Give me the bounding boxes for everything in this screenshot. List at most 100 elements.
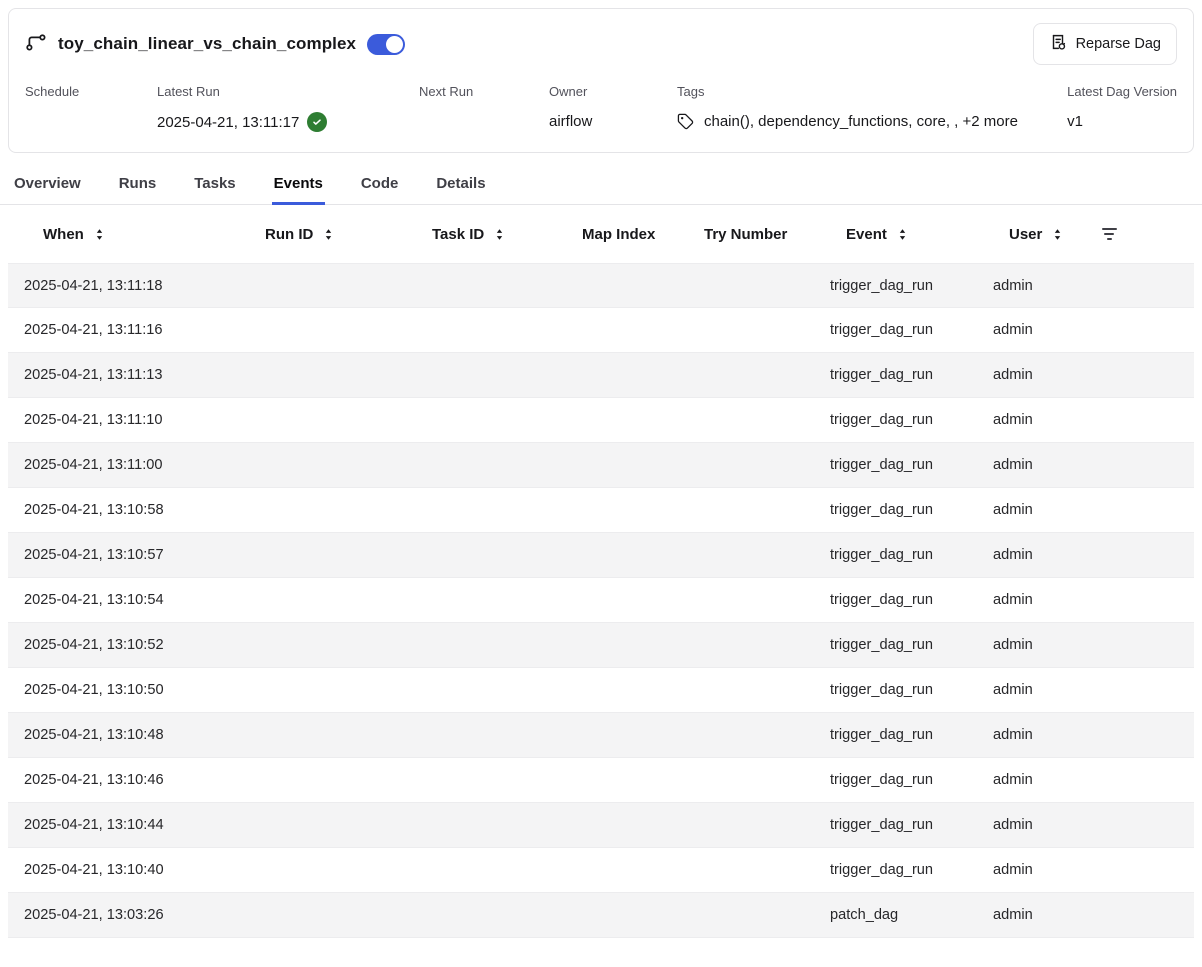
table-row: 2025-04-21, 13:10:54 trigger_dag_run adm… — [8, 578, 1194, 623]
column-header-run-id[interactable]: Run ID — [245, 226, 412, 243]
cell-user: admin — [989, 278, 1087, 294]
table-row: 2025-04-21, 13:10:40 trigger_dag_run adm… — [8, 848, 1194, 893]
dag-pause-toggle[interactable] — [367, 34, 405, 55]
dag-graph-icon — [25, 33, 47, 55]
tab-code[interactable]: Code — [359, 167, 401, 205]
cell-user: admin — [989, 862, 1087, 878]
cell-when: 2025-04-21, 13:10:48 — [8, 727, 245, 743]
cell-when: 2025-04-21, 13:10:58 — [8, 502, 245, 518]
cell-event: trigger_dag_run — [826, 547, 989, 563]
cell-when: 2025-04-21, 13:10:46 — [8, 772, 245, 788]
sort-icon[interactable] — [322, 228, 335, 241]
column-header-user[interactable]: User — [989, 226, 1087, 243]
cell-event: trigger_dag_run — [826, 817, 989, 833]
cell-event: trigger_dag_run — [826, 412, 989, 428]
cell-event: trigger_dag_run — [826, 682, 989, 698]
cell-event: trigger_dag_run — [826, 278, 989, 294]
table-row: 2025-04-21, 13:10:58 trigger_dag_run adm… — [8, 488, 1194, 533]
sort-icon[interactable] — [896, 228, 909, 241]
cell-when: 2025-04-21, 13:10:57 — [8, 547, 245, 563]
table-body: 2025-04-21, 13:11:18 trigger_dag_run adm… — [8, 263, 1194, 938]
cell-when: 2025-04-21, 13:10:50 — [8, 682, 245, 698]
table-row: 2025-04-21, 13:11:10 trigger_dag_run adm… — [8, 398, 1194, 443]
meta-owner: Owner airflow — [549, 84, 677, 130]
dag-header-card: toy_chain_linear_vs_chain_complex Repars… — [8, 8, 1194, 153]
meta-tags: Tags chain(), dependency_functions, core… — [677, 84, 1067, 130]
cell-user: admin — [989, 772, 1087, 788]
reparse-dag-button[interactable]: Reparse Dag — [1033, 23, 1177, 65]
column-header-task-id[interactable]: Task ID — [412, 226, 562, 243]
cell-event: trigger_dag_run — [826, 772, 989, 788]
cell-user: admin — [989, 817, 1087, 833]
toggle-knob — [386, 36, 403, 53]
sort-icon[interactable] — [493, 228, 506, 241]
cell-when: 2025-04-21, 13:11:10 — [8, 412, 245, 428]
cell-when: 2025-04-21, 13:11:00 — [8, 457, 245, 473]
tab-overview[interactable]: Overview — [12, 167, 83, 205]
cell-user: admin — [989, 502, 1087, 518]
cell-user: admin — [989, 592, 1087, 608]
tab-details[interactable]: Details — [434, 167, 487, 205]
table-row: 2025-04-21, 13:11:00 trigger_dag_run adm… — [8, 443, 1194, 488]
audit-log-table: When Run ID Task ID Map Index Try Number… — [8, 205, 1194, 938]
cell-event: patch_dag — [826, 907, 989, 923]
table-row: 2025-04-21, 13:10:50 trigger_dag_run adm… — [8, 668, 1194, 713]
meta-schedule: Schedule — [25, 84, 157, 130]
cell-user: admin — [989, 907, 1087, 923]
cell-when: 2025-04-21, 13:03:26 — [8, 907, 245, 923]
filter-icon[interactable] — [1087, 228, 1115, 240]
cell-when: 2025-04-21, 13:11:13 — [8, 367, 245, 383]
cell-event: trigger_dag_run — [826, 637, 989, 653]
document-refresh-icon — [1049, 33, 1067, 55]
column-header-event[interactable]: Event — [826, 226, 989, 243]
cell-event: trigger_dag_run — [826, 592, 989, 608]
cell-event: trigger_dag_run — [826, 457, 989, 473]
cell-user: admin — [989, 682, 1087, 698]
table-row: 2025-04-21, 13:11:13 trigger_dag_run adm… — [8, 353, 1194, 398]
tag-icon — [677, 113, 696, 130]
cell-event: trigger_dag_run — [826, 502, 989, 518]
cell-event: trigger_dag_run — [826, 367, 989, 383]
tab-runs[interactable]: Runs — [117, 167, 159, 205]
dag-title: toy_chain_linear_vs_chain_complex — [58, 34, 356, 54]
latest-run-timestamp[interactable]: 2025-04-21, 13:11:17 — [157, 114, 299, 131]
column-header-when[interactable]: When — [8, 226, 245, 243]
cell-when: 2025-04-21, 13:10:52 — [8, 637, 245, 653]
cell-when: 2025-04-21, 13:11:16 — [8, 322, 245, 338]
table-row: 2025-04-21, 13:03:26 patch_dag admin — [8, 893, 1194, 938]
table-header-row: When Run ID Task ID Map Index Try Number… — [8, 205, 1194, 263]
table-row: 2025-04-21, 13:10:46 trigger_dag_run adm… — [8, 758, 1194, 803]
meta-latest-dag-version: Latest Dag Version v1 — [1067, 84, 1177, 130]
sort-icon[interactable] — [1051, 228, 1064, 241]
table-row: 2025-04-21, 13:10:44 trigger_dag_run adm… — [8, 803, 1194, 848]
cell-when: 2025-04-21, 13:11:18 — [8, 278, 245, 294]
table-row: 2025-04-21, 13:10:48 trigger_dag_run adm… — [8, 713, 1194, 758]
cell-user: admin — [989, 547, 1087, 563]
meta-latest-run: Latest Run 2025-04-21, 13:11:17 — [157, 84, 419, 132]
table-row: 2025-04-21, 13:10:52 trigger_dag_run adm… — [8, 623, 1194, 668]
cell-event: trigger_dag_run — [826, 322, 989, 338]
cell-user: admin — [989, 727, 1087, 743]
cell-user: admin — [989, 457, 1087, 473]
table-row: 2025-04-21, 13:11:16 trigger_dag_run adm… — [8, 308, 1194, 353]
column-header-map-index: Map Index — [562, 226, 684, 243]
table-row: 2025-04-21, 13:11:18 trigger_dag_run adm… — [8, 263, 1194, 308]
tab-tasks[interactable]: Tasks — [192, 167, 237, 205]
cell-when: 2025-04-21, 13:10:54 — [8, 592, 245, 608]
meta-next-run: Next Run — [419, 84, 549, 130]
reparse-dag-label: Reparse Dag — [1076, 36, 1161, 52]
cell-user: admin — [989, 637, 1087, 653]
dag-version-value: v1 — [1067, 112, 1177, 130]
cell-event: trigger_dag_run — [826, 727, 989, 743]
sort-icon[interactable] — [93, 228, 106, 241]
tab-events[interactable]: Events — [272, 167, 325, 205]
cell-user: admin — [989, 322, 1087, 338]
tags-value[interactable]: chain(), dependency_functions, core, , +… — [704, 113, 1018, 130]
cell-user: admin — [989, 367, 1087, 383]
column-header-try-number: Try Number — [684, 226, 826, 243]
success-check-icon — [307, 112, 327, 132]
dag-tab-bar: Overview Runs Tasks Events Code Details — [0, 167, 1202, 205]
table-row: 2025-04-21, 13:10:57 trigger_dag_run adm… — [8, 533, 1194, 578]
cell-when: 2025-04-21, 13:10:44 — [8, 817, 245, 833]
cell-user: admin — [989, 412, 1087, 428]
